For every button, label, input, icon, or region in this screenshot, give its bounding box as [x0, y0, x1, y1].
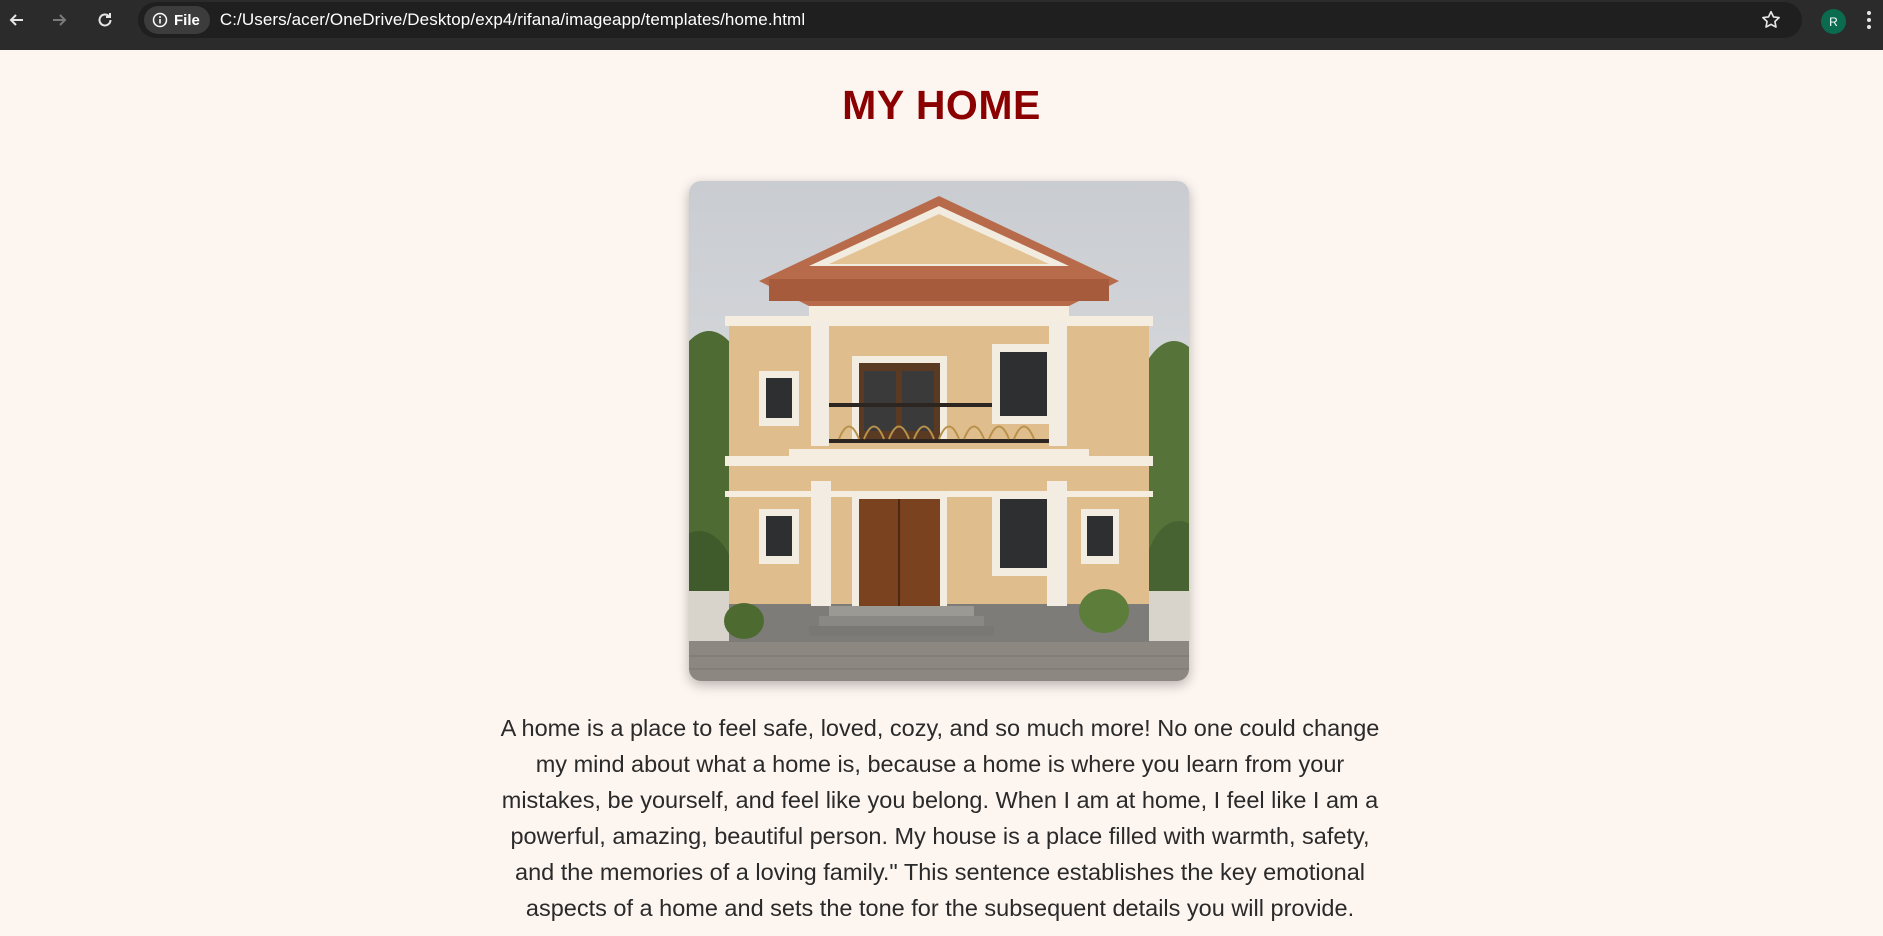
browser-toolbar: File C:/Users/acer/OneDrive/Desktop/exp4…	[0, 0, 1883, 50]
browser-menu-button[interactable]	[1866, 10, 1872, 35]
bookmark-button[interactable]	[1760, 4, 1782, 36]
star-icon	[1762, 10, 1780, 28]
page-title: MY HOME	[842, 82, 1041, 128]
forward-button[interactable]	[42, 3, 76, 37]
reload-icon	[98, 13, 112, 27]
house-image	[689, 181, 1189, 681]
house-illustration	[689, 181, 1189, 681]
page-content: MY HOME A home is a place to feel safe, …	[0, 50, 1883, 921]
profile-avatar[interactable]: R	[1821, 9, 1846, 34]
file-chip-label: File	[174, 11, 200, 29]
site-info-chip[interactable]: File	[144, 6, 210, 34]
kebab-menu-icon	[1867, 11, 1871, 29]
back-button[interactable]	[0, 3, 34, 37]
back-arrow-icon	[9, 14, 23, 26]
url-text[interactable]: C:/Users/acer/OneDrive/Desktop/exp4/rifa…	[220, 10, 805, 30]
forward-arrow-icon	[53, 14, 67, 26]
reload-button[interactable]	[88, 3, 122, 37]
address-bar[interactable]: File C:/Users/acer/OneDrive/Desktop/exp4…	[138, 2, 1802, 38]
info-icon	[152, 12, 168, 28]
home-description: A home is a place to feel safe, loved, c…	[500, 715, 1380, 921]
